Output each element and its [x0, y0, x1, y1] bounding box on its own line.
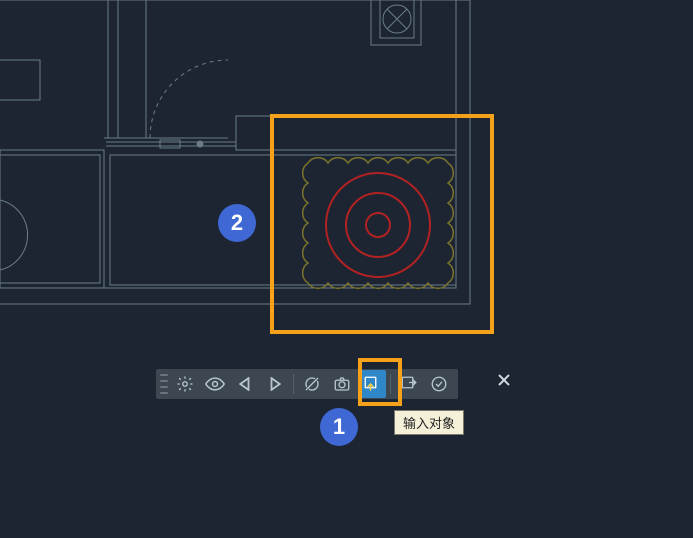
- settings-button[interactable]: [171, 370, 199, 398]
- output-object-button[interactable]: [395, 370, 423, 398]
- step-forward-button[interactable]: [261, 370, 289, 398]
- isolate-button[interactable]: [298, 370, 326, 398]
- triangle-left-icon: [238, 377, 252, 391]
- eye-icon: [205, 377, 225, 391]
- toolbar-grip[interactable]: [160, 374, 168, 394]
- floating-toolbar: [156, 369, 458, 399]
- stage: { "annotations": { "callout_1": "1", "ca…: [0, 0, 693, 538]
- gear-icon: [176, 375, 194, 393]
- cad-canvas[interactable]: [0, 0, 693, 538]
- toolbar-close-button[interactable]: [494, 370, 514, 390]
- input-object-button[interactable]: [358, 370, 386, 398]
- toolbar-separator: [293, 374, 294, 394]
- confirm-button[interactable]: [425, 370, 453, 398]
- check-circle-icon: [430, 375, 448, 393]
- export-icon: [400, 375, 418, 393]
- tooltip-input-object: 输入对象: [394, 410, 464, 435]
- toolbar-separator: [390, 374, 391, 394]
- step-back-button[interactable]: [231, 370, 259, 398]
- triangle-right-icon: [268, 377, 282, 391]
- visibility-button[interactable]: [201, 370, 229, 398]
- eye-slash-icon: [303, 375, 321, 393]
- camera-icon: [333, 375, 351, 393]
- import-icon: [363, 375, 381, 393]
- close-icon: [497, 373, 511, 387]
- snapshot-button[interactable]: [328, 370, 356, 398]
